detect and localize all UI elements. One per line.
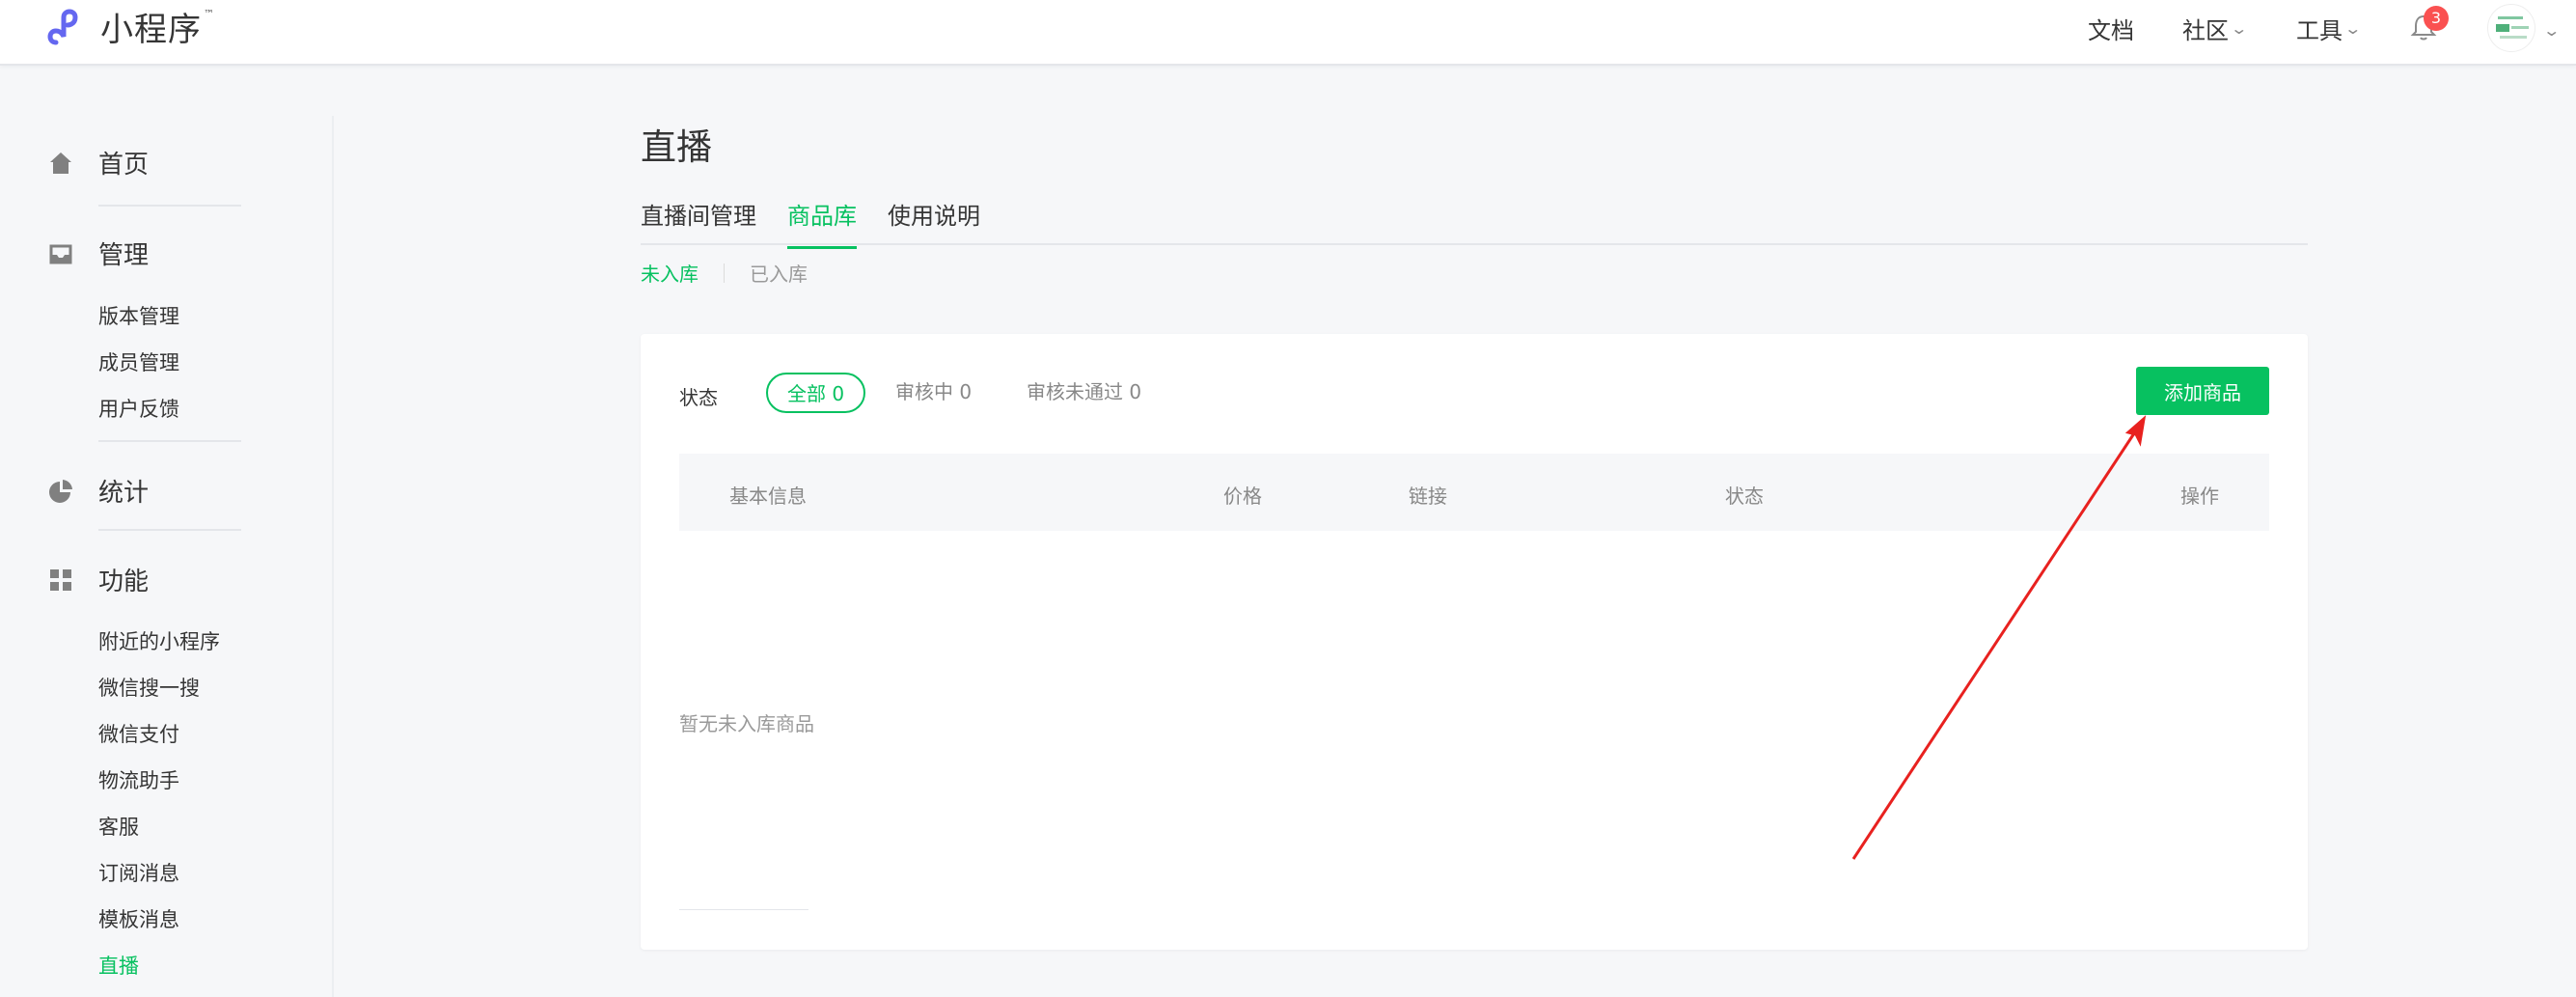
table-header: 基本信息 价格 链接 状态 操作	[679, 454, 2269, 531]
filter-all[interactable]: 全部 0	[766, 373, 866, 413]
logo-text: 小程序	[100, 10, 202, 49]
sidebar-item-label: 统计	[98, 479, 150, 508]
sidebar-item-label: 首页	[98, 151, 150, 180]
logo[interactable]: 小程序 ™	[46, 2, 214, 50]
column-basic-info: 基本信息	[729, 485, 807, 508]
sidebar-item-subscribe[interactable]: 订阅消息	[98, 858, 179, 887]
top-bar: 小程序 ™ 文档 社区 ⌄ 工具 ⌄ 3 ⌄	[0, 0, 2576, 66]
sidebar-item-label: 管理	[98, 241, 150, 270]
column-link: 链接	[1409, 485, 1447, 508]
sidebar-item-pay[interactable]: 微信支付	[98, 719, 179, 748]
sidebar-item-stats[interactable]: 统计	[46, 473, 149, 509]
nav-tools-label: 工具	[2296, 16, 2343, 44]
home-icon	[46, 149, 75, 178]
sidebar-item-service[interactable]: 客服	[98, 812, 139, 841]
column-status: 状态	[1725, 485, 1764, 508]
sidebar-item-version[interactable]: 版本管理	[98, 301, 179, 330]
divider	[98, 205, 241, 207]
status-filter-label: 状态	[679, 386, 718, 409]
tabs-divider	[641, 243, 2308, 245]
miniprogram-logo-icon	[47, 9, 78, 45]
tab-bar: 直播间管理 商品库 使用说明	[641, 197, 1011, 249]
sidebar-divider	[332, 116, 334, 997]
subtab-not-stored[interactable]: 未入库	[641, 259, 699, 287]
inbox-icon	[46, 239, 75, 268]
chevron-down-icon: ⌄	[2343, 18, 2363, 38]
sidebar-item-search[interactable]: 微信搜一搜	[98, 673, 200, 702]
subtab-stored[interactable]: 已入库	[750, 259, 808, 287]
page-title: 直播	[641, 126, 712, 168]
logo-trademark: ™	[204, 8, 214, 20]
sidebar-item-feedback[interactable]: 用户反馈	[98, 394, 179, 423]
filter-reviewing[interactable]: 审核中 0	[876, 373, 991, 413]
avatar[interactable]	[2487, 4, 2535, 52]
subtab-separator	[724, 263, 725, 283]
tab-instructions[interactable]: 使用说明	[888, 197, 980, 249]
sidebar-item-members[interactable]: 成员管理	[98, 347, 179, 376]
avatar-image	[2496, 16, 2529, 39]
nav-tools[interactable]: 工具 ⌄	[2296, 0, 2363, 56]
sidebar-item-features[interactable]: 功能	[46, 562, 149, 597]
chevron-down-icon[interactable]: ⌄	[2542, 21, 2561, 40]
tab-live-room[interactable]: 直播间管理	[641, 197, 756, 249]
sidebar-item-manage[interactable]: 管理	[46, 235, 149, 271]
tab-goods-library[interactable]: 商品库	[787, 197, 857, 249]
subtab-bar: 未入库 已入库	[641, 259, 808, 287]
sidebar-item-logistics[interactable]: 物流助手	[98, 765, 179, 794]
nav-docs-label: 文档	[2088, 16, 2134, 44]
column-actions: 操作	[2180, 485, 2219, 508]
sidebar-item-live[interactable]: 直播	[98, 951, 139, 980]
goods-card: 状态 全部 0 审核中 0 审核未通过 0 添加商品 基本信息 价格 链接 状态…	[641, 334, 2308, 950]
sidebar-item-nearby[interactable]: 附近的小程序	[98, 626, 220, 655]
nav-community[interactable]: 社区 ⌄	[2182, 0, 2249, 56]
add-goods-button[interactable]: 添加商品	[2136, 367, 2269, 415]
empty-divider	[679, 909, 808, 910]
chevron-down-icon: ⌄	[2230, 18, 2249, 38]
sidebar-item-label: 功能	[98, 568, 150, 596]
nav-community-label: 社区	[2182, 16, 2229, 44]
divider	[98, 529, 241, 531]
column-price: 价格	[1223, 485, 1262, 508]
sidebar-item-template[interactable]: 模板消息	[98, 904, 179, 933]
grid-icon	[46, 566, 75, 595]
divider	[98, 440, 241, 442]
filter-rejected[interactable]: 审核未通过 0	[1007, 373, 1161, 413]
notification-badge: 3	[2424, 6, 2449, 31]
pie-chart-icon	[46, 477, 75, 506]
nav-docs[interactable]: 文档	[2088, 0, 2134, 56]
empty-state-text: 暂无未入库商品	[679, 712, 814, 735]
sidebar-item-home[interactable]: 首页	[46, 145, 149, 180]
